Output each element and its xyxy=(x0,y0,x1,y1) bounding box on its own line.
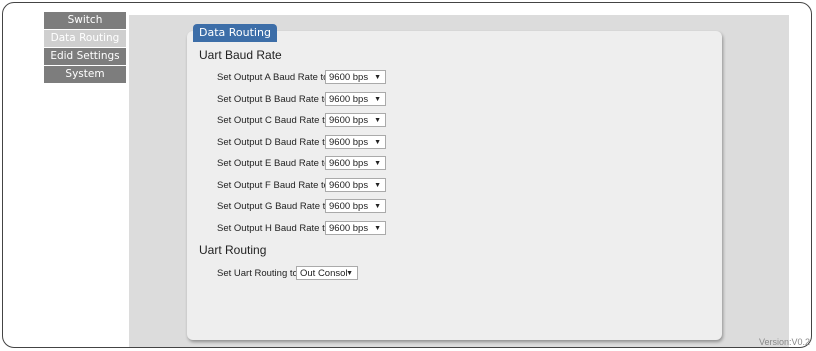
sidebar-item-edid-settings[interactable]: Edid Settings xyxy=(44,48,126,65)
baud-select-output-f[interactable]: 9600 bps ▼ xyxy=(325,178,386,192)
select-value: 9600 bps xyxy=(329,72,369,83)
select-value: 9600 bps xyxy=(329,137,369,148)
select-value: 9600 bps xyxy=(329,158,369,169)
baud-row-label: Set Output A Baud Rate to xyxy=(217,71,329,83)
baud-row-label: Set Output E Baud Rate to xyxy=(217,157,330,169)
baud-row-a: Set Output A Baud Rate to 9600 bps ▼ xyxy=(217,69,386,85)
select-value: 9600 bps xyxy=(329,94,369,105)
triangle-down-icon: ▼ xyxy=(374,225,381,232)
baud-row-label: Set Output D Baud Rate to xyxy=(217,136,331,148)
sidebar: Switch Data Routing Edid Settings System… xyxy=(44,12,126,97)
triangle-down-icon: ▼ xyxy=(374,74,381,81)
triangle-down-icon: ▼ xyxy=(374,117,381,124)
routing-row-label: Set Uart Routing to xyxy=(217,267,298,279)
baud-select-output-a[interactable]: 9600 bps ▼ xyxy=(325,70,386,84)
triangle-down-icon: ▼ xyxy=(374,182,381,189)
triangle-down-icon: ▼ xyxy=(346,270,353,277)
sidebar-item-data-routing[interactable]: Data Routing xyxy=(44,30,126,47)
uart-baud-rate-heading: Uart Baud Rate xyxy=(199,48,282,62)
triangle-down-icon: ▼ xyxy=(374,96,381,103)
select-value: Out Consol xyxy=(300,268,348,279)
baud-row-label: Set Output G Baud Rate to xyxy=(217,200,331,212)
sidebar-item-switch[interactable]: Switch xyxy=(44,12,126,29)
select-value: 9600 bps xyxy=(329,201,369,212)
baud-row-b: Set Output B Baud Rate to 9600 bps ▼ xyxy=(217,91,386,107)
triangle-down-icon: ▼ xyxy=(374,203,381,210)
baud-row-c: Set Output C Baud Rate to 9600 bps ▼ xyxy=(217,112,386,128)
select-value: 9600 bps xyxy=(329,223,369,234)
panel-tab-title: Data Routing xyxy=(193,24,277,42)
baud-select-output-c[interactable]: 9600 bps ▼ xyxy=(325,113,386,127)
routing-row: Set Uart Routing to Out Consol ▼ xyxy=(217,265,358,281)
version-label: Version:V0.2 xyxy=(758,337,810,347)
uart-routing-select[interactable]: Out Consol ▼ xyxy=(296,266,358,280)
sidebar-item-system-settings[interactable]: System Settings xyxy=(44,66,126,97)
baud-select-output-e[interactable]: 9600 bps ▼ xyxy=(325,156,386,170)
baud-row-label: Set Output B Baud Rate to xyxy=(217,93,330,105)
baud-row-label: Set Output F Baud Rate to xyxy=(217,179,329,191)
baud-row-label: Set Output H Baud Rate to xyxy=(217,222,331,234)
baud-select-output-b[interactable]: 9600 bps ▼ xyxy=(325,92,386,106)
baud-row-label: Set Output C Baud Rate to xyxy=(217,114,331,126)
baud-row-h: Set Output H Baud Rate to 9600 bps ▼ xyxy=(217,220,386,236)
triangle-down-icon: ▼ xyxy=(374,160,381,167)
baud-select-output-h[interactable]: 9600 bps ▼ xyxy=(325,221,386,235)
select-value: 9600 bps xyxy=(329,115,369,126)
baud-select-output-g[interactable]: 9600 bps ▼ xyxy=(325,199,386,213)
uart-routing-heading: Uart Routing xyxy=(199,243,267,257)
baud-row-f: Set Output F Baud Rate to 9600 bps ▼ xyxy=(217,177,386,193)
baud-row-g: Set Output G Baud Rate to 9600 bps ▼ xyxy=(217,198,386,214)
triangle-down-icon: ▼ xyxy=(374,139,381,146)
baud-row-d: Set Output D Baud Rate to 9600 bps ▼ xyxy=(217,134,386,150)
baud-row-e: Set Output E Baud Rate to 9600 bps ▼ xyxy=(217,155,386,171)
select-value: 9600 bps xyxy=(329,180,369,191)
baud-select-output-d[interactable]: 9600 bps ▼ xyxy=(325,135,386,149)
